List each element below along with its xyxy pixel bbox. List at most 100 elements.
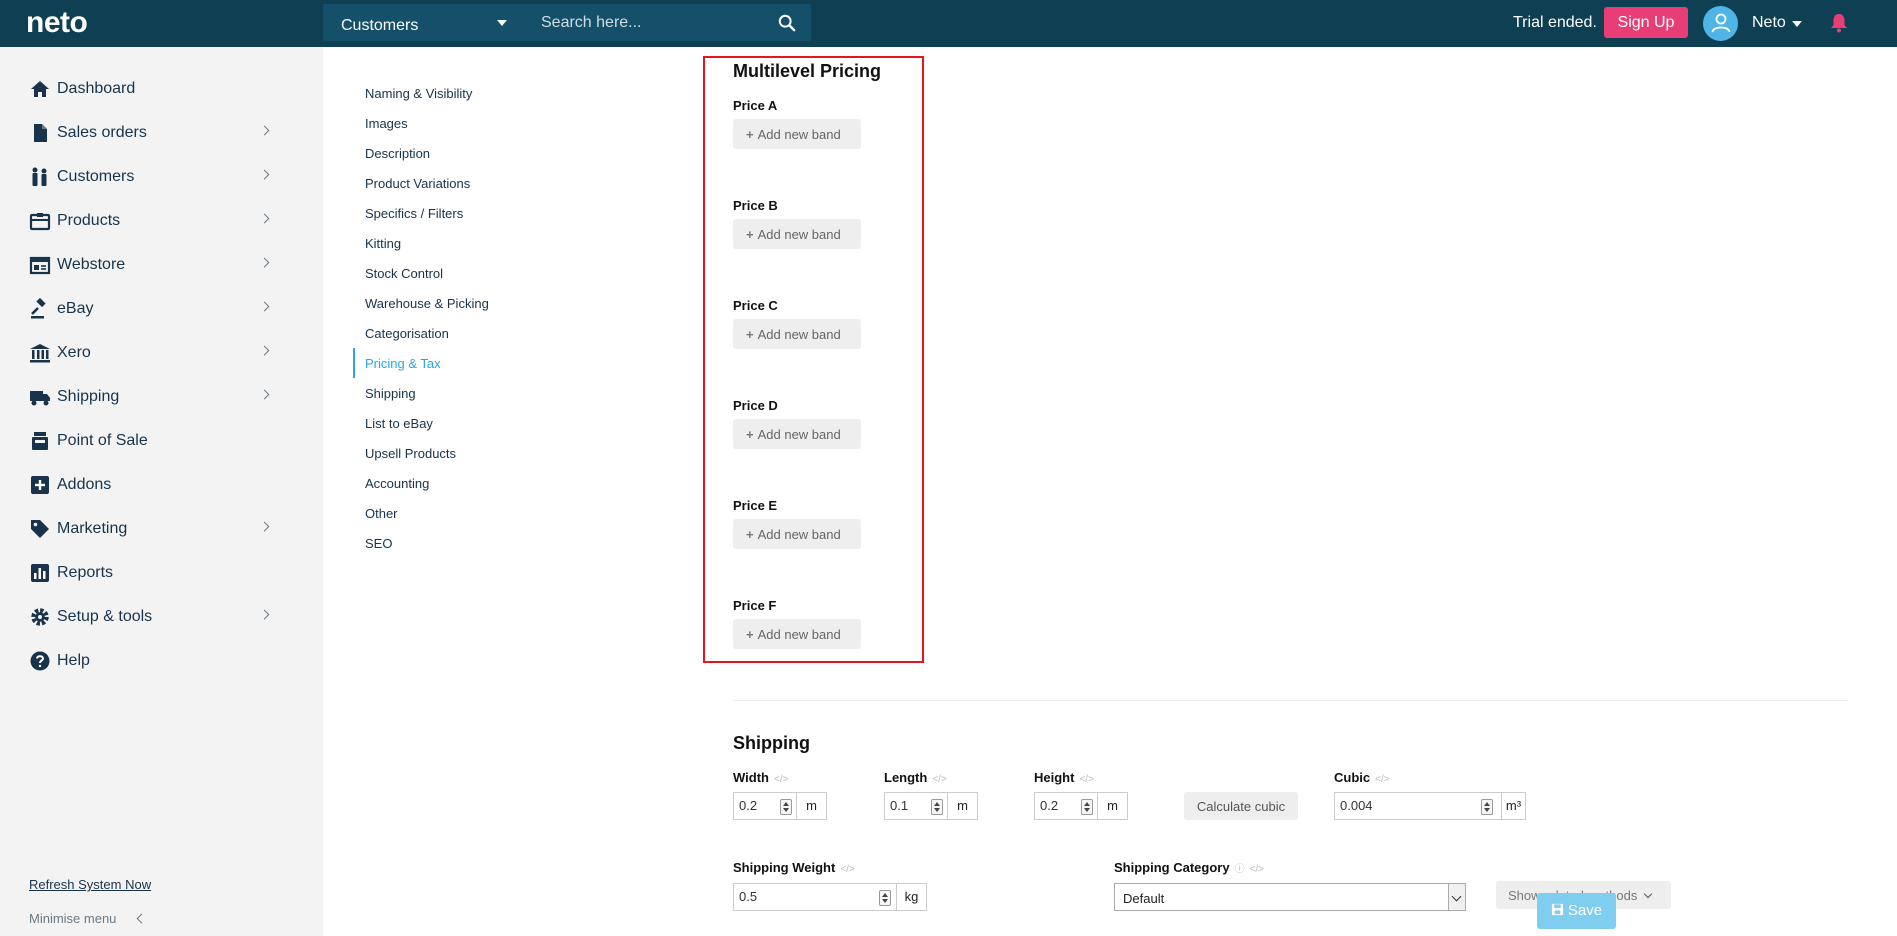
shipping-category-label: Shipping Category ⓘ </>: [1114, 860, 1265, 875]
sidebar-item-label: Xero: [57, 344, 91, 361]
subnav-upsell-products[interactable]: Upsell Products: [365, 446, 456, 461]
sidebar-item-dashboard[interactable]: Dashboard: [0, 70, 323, 108]
subnav-warehouse-picking[interactable]: Warehouse & Picking: [365, 296, 489, 311]
length-unit: m: [948, 792, 978, 820]
sidebar-item-setup-tools[interactable]: Setup & tools: [0, 598, 323, 636]
sidebar-item-label: Help: [57, 652, 90, 669]
search-icon[interactable]: [778, 14, 796, 32]
shipping-weight-unit: kg: [897, 883, 927, 911]
code-tag-icon: </>: [1079, 774, 1094, 785]
height-input[interactable]: [1040, 798, 1078, 813]
subnav-description[interactable]: Description: [365, 146, 430, 161]
shipping-weight-input[interactable]: [739, 889, 837, 904]
search-box: [523, 4, 811, 41]
shipping-weight-field: [733, 883, 897, 911]
sidebar-item-shipping[interactable]: Shipping: [0, 378, 323, 416]
length-spinner[interactable]: [931, 799, 943, 815]
sidebar-item-addons[interactable]: Addons: [0, 466, 323, 504]
bar-chart-icon: [31, 564, 49, 582]
width-spinner[interactable]: [780, 799, 792, 815]
sidebar-item-label: Point of Sale: [57, 432, 148, 449]
sidebar-item-label: Setup & tools: [57, 608, 153, 625]
sign-up-button[interactable]: Sign Up: [1604, 7, 1688, 38]
save-button[interactable]: Save: [1537, 893, 1616, 929]
sidebar-item-ebay[interactable]: eBay: [0, 290, 323, 328]
chevron-right-icon: [259, 301, 270, 312]
subnav-other[interactable]: Other: [365, 506, 398, 521]
subnav-accounting[interactable]: Accounting: [365, 476, 429, 491]
minimise-menu-button[interactable]: Minimise menu: [29, 911, 116, 926]
sidebar-item-label: Dashboard: [57, 80, 136, 97]
height-unit: m: [1098, 792, 1128, 820]
sidebar-item-label: Reports: [57, 564, 114, 581]
sidebar-item-label: eBay: [57, 300, 94, 317]
document-icon: [34, 124, 47, 142]
subnav-shipping[interactable]: Shipping: [365, 386, 416, 401]
shipping-category-value: Default: [1123, 891, 1165, 906]
width-field: [733, 792, 797, 820]
subnav-specifics-filters[interactable]: Specifics / Filters: [365, 206, 463, 221]
code-tag-icon: </>: [840, 864, 855, 875]
sidebar-item-products[interactable]: Products: [0, 202, 323, 240]
shipping-weight-label: Shipping Weight </>: [733, 860, 855, 875]
sidebar-item-label: Sales orders: [57, 124, 147, 141]
chevron-down-icon: [1448, 884, 1465, 910]
calculate-cubic-button[interactable]: Calculate cubic: [1184, 792, 1298, 820]
chevron-right-icon: [259, 609, 270, 620]
height-spinner[interactable]: [1081, 799, 1093, 815]
browser-icon: [29, 256, 51, 275]
highlight-box: [703, 56, 924, 663]
chevron-right-icon: [259, 345, 270, 356]
shipping-weight-spinner[interactable]: [879, 890, 891, 906]
subnav-categorisation[interactable]: Categorisation: [365, 326, 449, 341]
cubic-spinner[interactable]: [1481, 799, 1493, 815]
subnav-list-to-ebay[interactable]: List to eBay: [365, 416, 433, 431]
sidebar: Dashboard Sales orders Customers Product…: [0, 47, 323, 936]
sidebar-item-help[interactable]: Help: [0, 642, 323, 680]
refresh-system-link[interactable]: Refresh System Now: [29, 877, 151, 892]
code-tag-icon: </>: [1249, 864, 1265, 875]
user-menu[interactable]: Neto: [1752, 14, 1786, 32]
chevron-right-icon: [259, 521, 270, 532]
subnav-images[interactable]: Images: [365, 116, 408, 131]
subnav-product-variations[interactable]: Product Variations: [365, 176, 470, 191]
sidebar-item-label: Products: [57, 212, 121, 229]
avatar[interactable]: [1703, 6, 1738, 41]
sidebar-item-xero[interactable]: Xero: [0, 334, 323, 372]
subnav-stock-control[interactable]: Stock Control: [365, 266, 443, 281]
width-unit: m: [797, 792, 827, 820]
sidebar-item-point-of-sale[interactable]: Point of Sale: [0, 422, 323, 460]
cubic-label: Cubic </>: [1334, 770, 1390, 785]
shipping-title: Shipping: [733, 733, 810, 753]
active-indicator: [353, 348, 355, 378]
subnav-naming-visibility[interactable]: Naming & Visibility: [365, 86, 472, 101]
sidebar-item-marketing[interactable]: Marketing: [0, 510, 323, 548]
sidebar-item-reports[interactable]: Reports: [0, 554, 323, 592]
truck-icon: [30, 391, 50, 406]
shipping-category-select[interactable]: Default: [1114, 883, 1466, 911]
cubic-unit: m³: [1502, 792, 1526, 820]
chevron-right-icon: [259, 125, 270, 136]
search-input[interactable]: [541, 4, 771, 41]
subnav-pricing-tax[interactable]: Pricing & Tax: [365, 356, 441, 371]
width-input[interactable]: [739, 798, 777, 813]
length-input[interactable]: [890, 798, 928, 813]
sidebar-item-sales-orders[interactable]: Sales orders: [0, 114, 323, 152]
bell-icon[interactable]: [1830, 13, 1848, 33]
info-icon: ⓘ: [1234, 864, 1245, 875]
subnav-kitting[interactable]: Kitting: [365, 236, 401, 251]
chevron-down-icon: [497, 20, 507, 26]
floppy-icon: [1551, 903, 1563, 916]
sidebar-item-customers[interactable]: Customers: [0, 158, 323, 196]
subnav-seo[interactable]: SEO: [365, 536, 392, 551]
code-tag-icon: </>: [932, 774, 947, 785]
width-label: Width </>: [733, 770, 789, 785]
height-label: Height </>: [1034, 770, 1094, 785]
module-select[interactable]: Customers: [323, 4, 523, 41]
chevron-down-icon[interactable]: [1792, 21, 1802, 27]
cubic-input[interactable]: [1340, 798, 1440, 813]
module-select-value: Customers: [341, 17, 419, 34]
sidebar-item-label: Customers: [57, 168, 135, 185]
neto-logo[interactable]: neto: [26, 6, 88, 40]
sidebar-item-webstore[interactable]: Webstore: [0, 246, 323, 284]
